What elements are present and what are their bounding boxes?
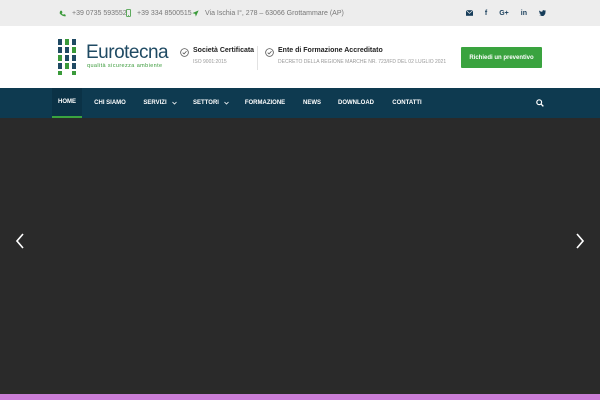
address-contact: Via Ischia I°, 278 – 63066 Grottammare (… [192,0,344,26]
site-header: Eurotecna qualità sicurezza ambiente Soc… [0,26,600,88]
nav-item-formazione[interactable]: FORMAZIONE [242,88,288,118]
mobile-number: +39 334 8500515 [137,9,192,17]
top-bar: +39 0735 593552 +39 334 8500515 Via Isch… [0,0,600,26]
cert1-subtitle: ISO 9001:2015 [193,59,227,65]
mobile-contact[interactable]: +39 334 8500515 [126,0,192,26]
accreditation-badge: Ente di Formazione Accreditato DECRETO D… [265,26,447,88]
facebook-icon[interactable]: f [485,10,487,17]
google-plus-icon[interactable]: G+ [499,10,509,17]
nav-item-settori[interactable]: SETTORI [191,88,231,118]
nav-item-home[interactable]: HOME [52,88,82,118]
main-navigation: HOME CHI SIAMO SERVIZI SETTORI FORMAZION… [0,88,600,118]
twitter-icon[interactable] [539,10,546,16]
nav-item-label: CHI SIAMO [94,100,126,106]
nav-item-contatti[interactable]: CONTATTI [388,88,426,118]
mobile-icon [126,9,131,17]
cert1-title: Società Certificata [193,47,255,54]
nav-item-label: SERVIZI [143,100,167,106]
nav-item-label: SETTORI [193,100,219,106]
cert2-subtitle: DECRETO DELLA REGIONE MARCHE NR. 723/IFD… [278,59,447,65]
nav-item-label: HOME [58,99,76,105]
phone-number: +39 0735 593552 [72,9,127,17]
eurotecna-logo[interactable]: Eurotecna qualità sicurezza ambiente [57,39,177,75]
logo-mark-icon [58,39,76,75]
nav-item-label: DOWNLOAD [338,100,374,106]
check-circle-icon [265,48,274,57]
envelope-icon[interactable] [465,10,473,16]
nav-item-download[interactable]: DOWNLOAD [334,88,378,118]
bottom-color-strip [0,394,600,400]
header-divider [257,46,258,70]
nav-item-label: NEWS [303,100,321,106]
linkedin-icon[interactable]: in [521,10,527,17]
chevron-down-icon [171,101,177,105]
location-arrow-icon [192,9,199,17]
logo-tagline: qualità sicurezza ambiente [87,63,163,69]
logo-wordmark: Eurotecna [86,42,169,63]
phone-contact[interactable]: +39 0735 593552 [59,0,127,26]
request-quote-button[interactable]: Richiedi un preventivo [461,47,542,68]
slider-prev-arrow-icon[interactable] [14,231,26,251]
phone-icon [59,10,66,17]
address-text: Via Ischia I°, 278 – 63066 Grottammare (… [205,9,344,17]
nav-item-news[interactable]: NEWS [298,88,326,118]
slider-next-arrow-icon[interactable] [574,231,586,251]
nav-item-servizi[interactable]: SERVIZI [140,88,180,118]
chevron-down-icon [224,101,229,105]
certification-badge: Società Certificata ISO 9001:2015 [180,26,255,88]
social-links: f G+ in [465,0,546,26]
cert2-title: Ente di Formazione Accreditato [278,47,383,54]
search-icon[interactable] [534,88,546,118]
nav-item-label: FORMAZIONE [244,100,286,106]
check-circle-icon [180,48,189,57]
hero-slider [0,118,600,394]
nav-item-label: CONTATTI [392,100,422,106]
nav-item-chi-siamo[interactable]: CHI SIAMO [90,88,130,118]
